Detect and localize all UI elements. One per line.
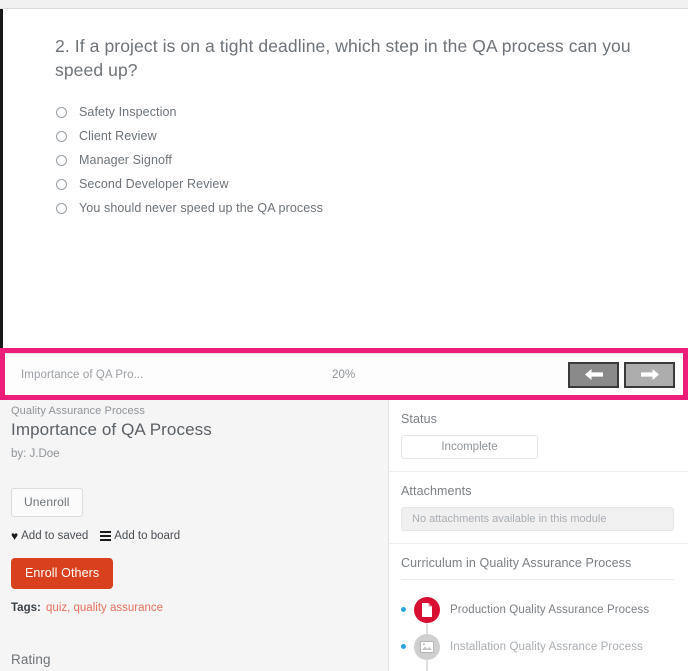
add-to-saved-label: Add to saved (21, 530, 89, 542)
quiz-option-label: Safety Inspection (79, 105, 177, 120)
lower-content-area: Quality Assurance Process Importance of … (0, 400, 688, 671)
quiz-option[interactable]: Second Developer Review (55, 176, 648, 192)
quiz-option-label: Manager Signoff (79, 153, 172, 168)
status-badge[interactable]: Incomplete (401, 435, 538, 459)
arrow-right-icon (639, 368, 661, 381)
tags-row: Tags: quiz, quality assurance (11, 602, 376, 614)
tags-label: Tags: (11, 602, 41, 614)
add-to-board-button[interactable]: Add to board (100, 530, 180, 542)
quiz-option[interactable]: Manager Signoff (55, 152, 648, 168)
rating-heading: Rating (11, 652, 51, 667)
previous-module-button[interactable] (568, 361, 619, 388)
attachments-empty-message: No attachments available in this module (401, 507, 674, 531)
status-card: Status Incomplete (389, 400, 688, 472)
top-chrome-strip (0, 0, 688, 9)
arrow-left-icon (583, 368, 605, 381)
quiz-option[interactable]: You should never speed up the QA process (55, 200, 648, 216)
curriculum-connector-line (426, 622, 428, 635)
radio-button-icon[interactable] (56, 154, 67, 166)
breadcrumb[interactable]: Quality Assurance Process (11, 405, 376, 417)
module-navigation-highlight: Importance of QA Pro... 20% (0, 348, 688, 400)
next-module-button[interactable] (624, 361, 675, 388)
enroll-others-button[interactable]: Enroll Others (11, 558, 114, 589)
tags-values[interactable]: quiz, quality assurance (46, 602, 163, 614)
curriculum-list: Production Quality Assurance Process Ins… (401, 591, 674, 671)
curriculum-connector-line (426, 659, 428, 671)
quiz-option-label: You should never speed up the QA process (79, 201, 323, 216)
nav-module-title: Importance of QA Pro... (21, 368, 144, 381)
attachments-card: Attachments No attachments available in … (389, 472, 688, 544)
quiz-option-label: Second Developer Review (79, 177, 229, 192)
curriculum-status-bullet (401, 607, 406, 612)
curriculum-heading: Curriculum in Quality Assurance Process (401, 556, 674, 580)
status-heading: Status (401, 412, 438, 426)
unenroll-button[interactable]: Unenroll (11, 488, 83, 517)
image-icon (414, 633, 440, 660)
quiz-option[interactable]: Safety Inspection (55, 104, 648, 120)
module-action-links: ♥ Add to saved Add to board (11, 530, 376, 542)
quiz-option-label: Client Review (79, 129, 157, 144)
radio-button-icon[interactable] (56, 202, 67, 214)
curriculum-item[interactable]: Importance of QA Process (401, 659, 674, 671)
curriculum-item-label: Production Quality Assurance Process (450, 603, 650, 616)
board-list-icon (100, 531, 112, 541)
radio-button-icon[interactable] (56, 130, 67, 142)
module-sidebar: Status Incomplete Attachments No attachm… (389, 400, 688, 671)
curriculum-status-bullet (401, 644, 406, 649)
radio-button-icon[interactable] (56, 106, 67, 118)
curriculum-card: Curriculum in Quality Assurance Process (389, 544, 688, 671)
quiz-question: 2. If a project is on a tight deadline, … (55, 36, 631, 80)
attachments-heading: Attachments (401, 484, 472, 498)
page-title: Importance of QA Process (11, 420, 212, 439)
quiz-content-viewport: 2. If a project is on a tight deadline, … (0, 9, 688, 348)
module-author: by: J.Doe (11, 448, 60, 460)
curriculum-item[interactable]: Production Quality Assurance Process (401, 591, 674, 635)
curriculum-icon-wrapper (414, 596, 440, 635)
heart-icon: ♥ (11, 529, 19, 543)
add-to-board-label: Add to board (114, 530, 181, 542)
module-navigation-bar: Importance of QA Pro... 20% (5, 353, 683, 395)
curriculum-item[interactable]: Installation Quality Assrance Process (401, 628, 674, 671)
radio-button-icon[interactable] (56, 178, 67, 190)
module-details-pane: Quality Assurance Process Importance of … (0, 400, 389, 671)
curriculum-item-label: Installation Quality Assrance Process (450, 640, 643, 653)
nav-button-group (568, 361, 675, 388)
quiz-options-list: Safety Inspection Client Review Manager … (55, 104, 648, 216)
document-icon (414, 596, 440, 623)
nav-progress-percent: 20% (332, 368, 356, 381)
curriculum-icon-wrapper (414, 633, 440, 671)
add-to-saved-button[interactable]: ♥ Add to saved (11, 530, 88, 542)
quiz-option[interactable]: Client Review (55, 128, 648, 144)
